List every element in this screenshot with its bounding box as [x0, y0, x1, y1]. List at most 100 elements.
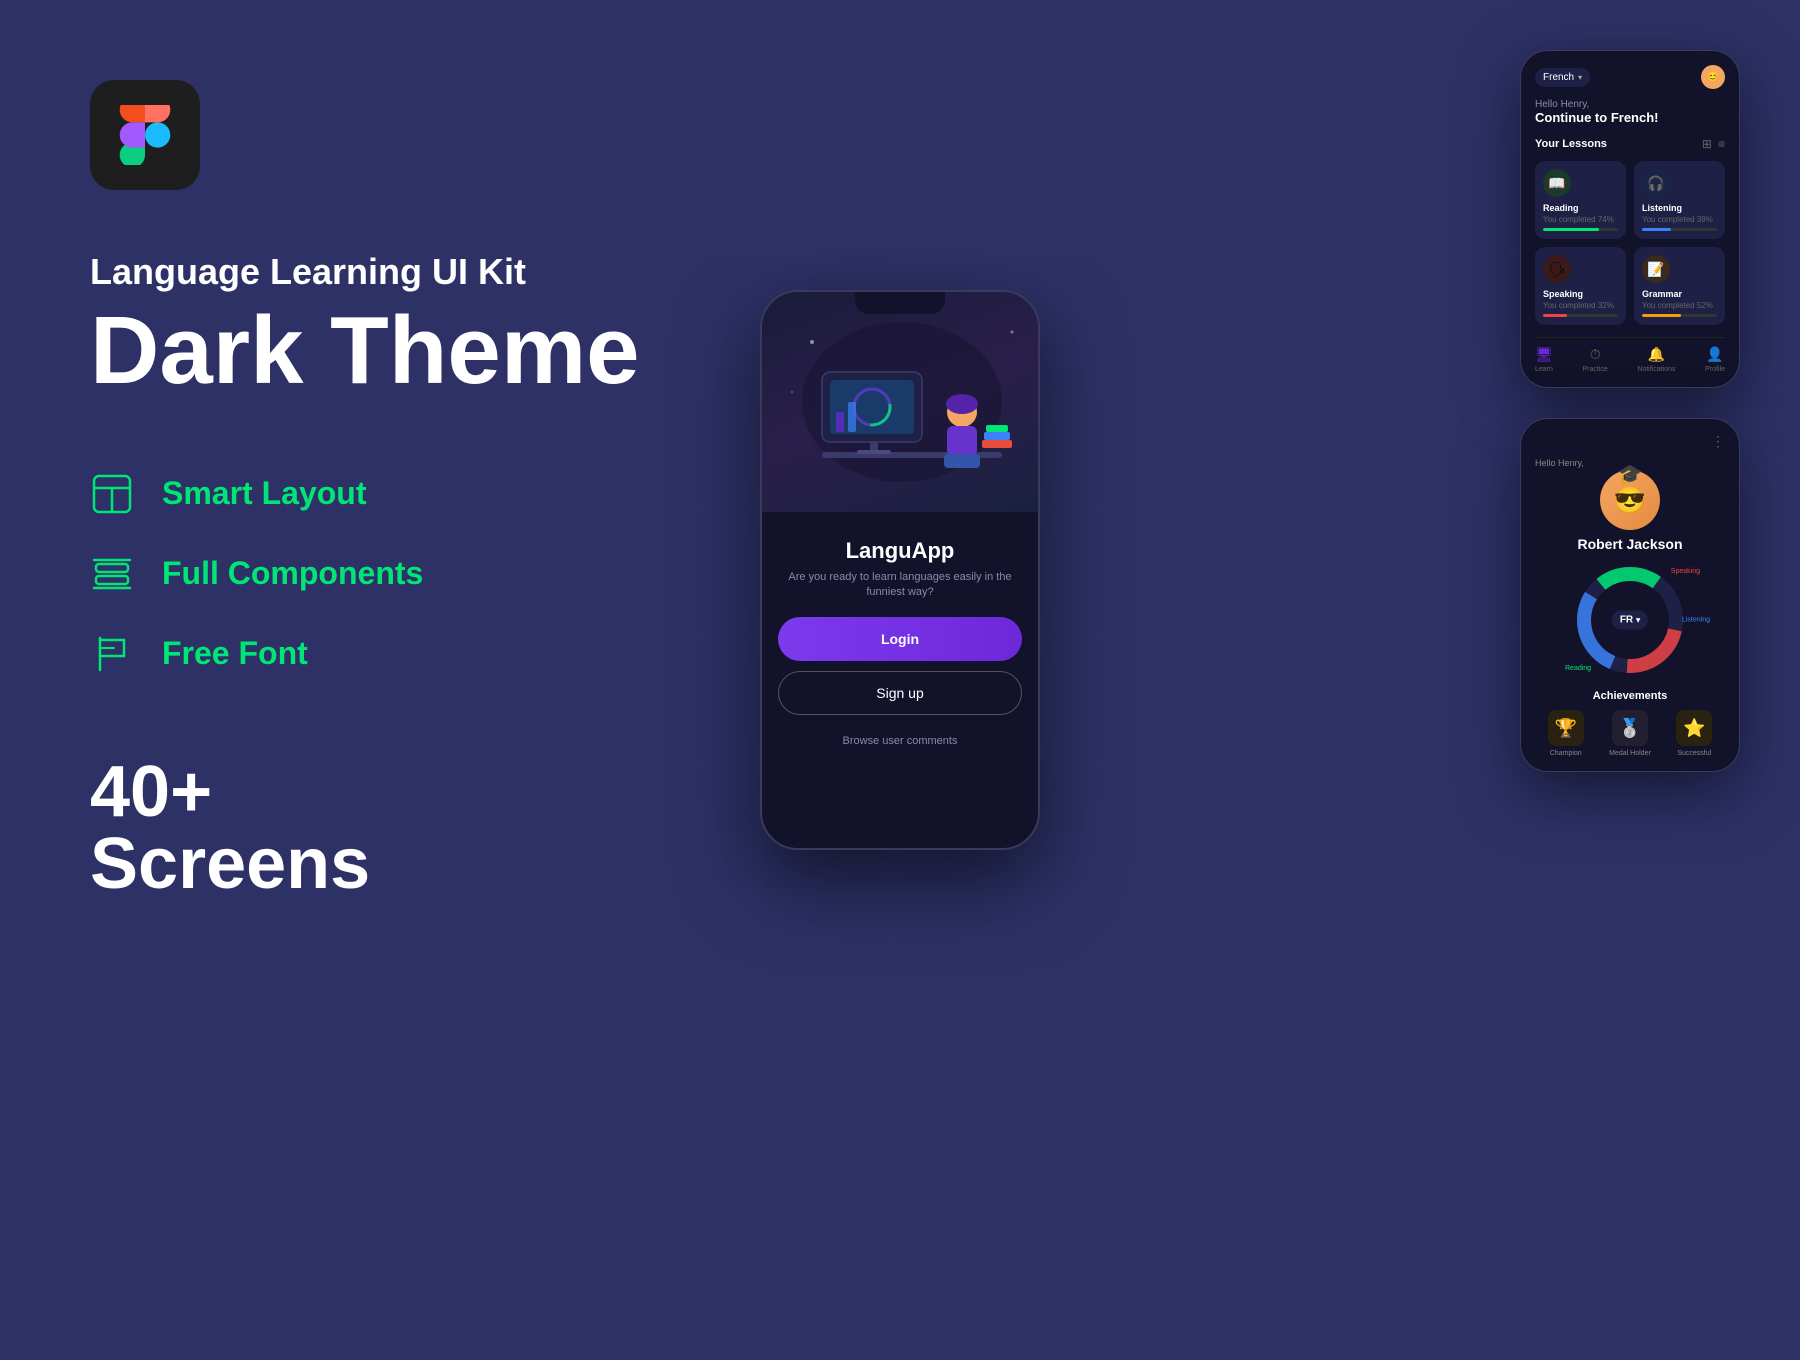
- medal-label: Medal Holder: [1609, 750, 1651, 757]
- star-icon: ⭐: [1676, 710, 1712, 746]
- center-phone: LanguApp Are you ready to learn language…: [760, 290, 1040, 850]
- nav-notifications[interactable]: 🔔 Notifications: [1637, 346, 1675, 373]
- list-icon[interactable]: ≡: [1718, 137, 1725, 151]
- figma-logo: [90, 80, 200, 190]
- feature-free-font: Free Font: [90, 632, 740, 676]
- achievement-medal: 🥈 Medal Holder: [1609, 710, 1651, 757]
- listening-label: Listening: [1682, 617, 1710, 624]
- phone-top-bar: French ▾ 😊: [1535, 65, 1725, 89]
- full-components-label: Full Components: [162, 555, 423, 592]
- lessons-title: Your Lessons: [1535, 138, 1607, 150]
- feature-list: Smart Layout Full Components: [90, 472, 740, 676]
- lesson-card-speaking[interactable]: 🗣 Speaking You completed 32%: [1535, 247, 1626, 325]
- profile-phone: ⋮ Hello Henry, 😎 🎓 Robert Jackson: [1520, 418, 1740, 772]
- reading-label: Reading: [1565, 665, 1591, 672]
- practice-icon: ⏱: [1590, 346, 1601, 363]
- profile-header: ⋮: [1535, 433, 1725, 450]
- nav-profile[interactable]: 👤 Profile: [1705, 346, 1725, 373]
- progress-bar-fill-grammar: [1642, 314, 1681, 317]
- medal-icon: 🥈: [1612, 710, 1648, 746]
- listening-icon: 🎧: [1642, 169, 1670, 197]
- feature-full-components: Full Components: [90, 552, 740, 596]
- lesson-name-grammar: Grammar: [1642, 289, 1717, 299]
- achievement-champion: 🏆 Champion: [1548, 710, 1584, 757]
- phone-notch: [855, 292, 945, 314]
- lesson-name-speaking: Speaking: [1543, 289, 1618, 299]
- speaking-icon: 🗣: [1543, 255, 1571, 283]
- achievement-successful: ⭐ Successful: [1676, 710, 1712, 757]
- left-section: Language Learning UI Kit Dark Theme Smar…: [90, 80, 740, 900]
- layout-icon: [90, 472, 134, 516]
- progress-bar-bg-speaking: [1543, 314, 1618, 317]
- successful-label: Successful: [1677, 750, 1711, 757]
- bottom-navigation: 🖥 Learn ⏱ Practice 🔔 Notifications 👤 Pro…: [1535, 337, 1725, 373]
- lesson-name-reading: Reading: [1543, 203, 1618, 213]
- lesson-card-grammar[interactable]: 📝 Grammar You completed 52%: [1634, 247, 1725, 325]
- lesson-card-listening[interactable]: 🎧 Listening You completed 39%: [1634, 161, 1725, 239]
- nav-learn[interactable]: 🖥 Learn: [1535, 346, 1553, 373]
- profile-name: Robert Jackson: [1577, 536, 1682, 552]
- achievements-row: 🏆 Champion 🥈 Medal Holder ⭐ Successful: [1535, 710, 1725, 757]
- skills-chart: FR ▾ Speaking Listening Reading: [1570, 560, 1690, 680]
- lesson-name-listening: Listening: [1642, 203, 1717, 213]
- champion-label: Champion: [1550, 750, 1582, 757]
- app-name: LanguApp: [778, 538, 1022, 564]
- achievements-title: Achievements: [1535, 690, 1725, 702]
- progress-bar-bg-listening: [1642, 228, 1717, 231]
- speaking-label: Speaking: [1671, 568, 1700, 575]
- greeting-sub: Hello Henry,: [1535, 99, 1725, 110]
- grid-icon[interactable]: ⊞: [1702, 137, 1712, 151]
- profile-avatar: 😎 🎓: [1600, 470, 1660, 530]
- lesson-progress-grammar: You completed 52%: [1642, 301, 1717, 310]
- grammar-icon: 📝: [1642, 255, 1670, 283]
- screens-count: 40+: [90, 756, 740, 828]
- main-title: Dark Theme: [90, 301, 740, 402]
- lesson-progress-speaking: You completed 32%: [1543, 301, 1618, 310]
- lessons-view-icons: ⊞ ≡: [1702, 137, 1725, 151]
- more-options-icon[interactable]: ⋮: [1711, 433, 1725, 450]
- profile-icon: 👤: [1706, 346, 1723, 363]
- language-selector[interactable]: French ▾: [1535, 68, 1590, 87]
- browse-link[interactable]: Browse user comments: [778, 735, 1022, 747]
- chart-country-code: FR: [1620, 615, 1633, 626]
- champion-trophy-icon: 🏆: [1548, 710, 1584, 746]
- phone-content: LanguApp Are you ready to learn language…: [762, 512, 1038, 763]
- subtitle: Language Learning UI Kit: [90, 250, 740, 293]
- layers-icon: [90, 552, 134, 596]
- lessons-phone: French ▾ 😊 Hello Henry, Continue to Fren…: [1520, 50, 1740, 388]
- feature-smart-layout: Smart Layout: [90, 472, 740, 516]
- avatar-emoji: 😎: [1614, 485, 1646, 516]
- chart-center-badge: FR ▾: [1612, 611, 1648, 630]
- reading-icon: 📖: [1543, 169, 1571, 197]
- signup-button[interactable]: Sign up: [778, 671, 1022, 715]
- progress-bar-fill-reading: [1543, 228, 1599, 231]
- lessons-header: Your Lessons ⊞ ≡: [1535, 137, 1725, 151]
- language-text: French: [1543, 72, 1574, 83]
- center-phone-frame: LanguApp Are you ready to learn language…: [760, 290, 1040, 850]
- free-font-label: Free Font: [162, 635, 308, 672]
- smart-layout-label: Smart Layout: [162, 475, 366, 512]
- lessons-grid: 📖 Reading You completed 74% 🎧 Listening …: [1535, 161, 1725, 325]
- achievements-section: Achievements 🏆 Champion 🥈 Medal Holder ⭐…: [1535, 690, 1725, 757]
- notifications-icon: 🔔: [1648, 346, 1665, 363]
- progress-bar-bg-grammar: [1642, 314, 1717, 317]
- learn-icon: 🖥: [1535, 346, 1553, 363]
- progress-bar-bg-reading: [1543, 228, 1618, 231]
- lesson-progress-reading: You completed 74%: [1543, 215, 1618, 224]
- right-phones: French ▾ 😊 Hello Henry, Continue to Fren…: [1520, 50, 1740, 772]
- progress-bar-fill-speaking: [1543, 314, 1567, 317]
- progress-bar-fill-listening: [1642, 228, 1671, 231]
- flag-icon: [90, 632, 134, 676]
- login-button[interactable]: Login: [778, 617, 1022, 661]
- profile-avatar-section: 😎 🎓 Robert Jackson: [1535, 470, 1725, 552]
- screens-label: Screens: [90, 828, 740, 900]
- greeting-main: Continue to French!: [1535, 110, 1725, 125]
- hero-image: [762, 292, 1038, 512]
- app-tagline: Are you ready to learn languages easily …: [778, 570, 1022, 601]
- chart-chevron: ▾: [1636, 616, 1640, 625]
- lesson-card-reading[interactable]: 📖 Reading You completed 74%: [1535, 161, 1626, 239]
- chevron-down-icon: ▾: [1578, 73, 1582, 82]
- lesson-progress-listening: You completed 39%: [1642, 215, 1717, 224]
- user-avatar: 😊: [1701, 65, 1725, 89]
- nav-practice[interactable]: ⏱ Practice: [1583, 346, 1608, 373]
